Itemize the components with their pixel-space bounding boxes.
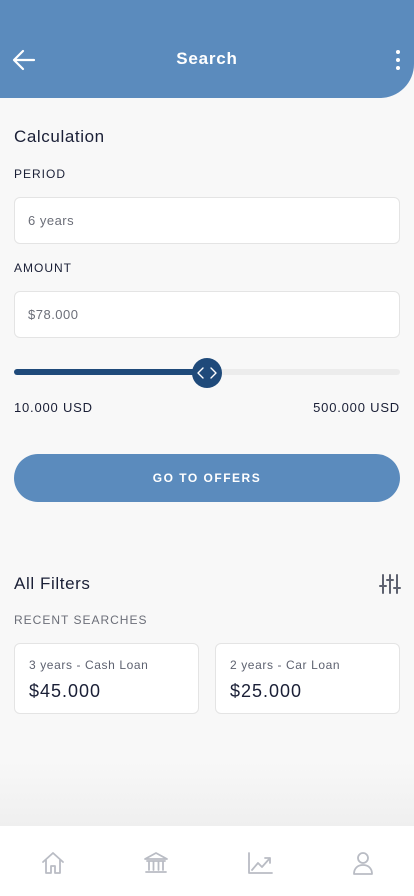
chevrons-left-right-icon (197, 367, 217, 379)
more-options-button[interactable] (390, 46, 406, 74)
tab-profile[interactable] (348, 848, 378, 878)
recent-search-subtitle: 3 years - Cash Loan (29, 658, 149, 672)
chart-line-icon (248, 852, 273, 874)
bottom-tab-bar (0, 826, 414, 896)
more-vertical-icon (396, 50, 400, 54)
period-label: PERIOD (14, 167, 67, 181)
app-header: Search (0, 0, 414, 98)
filters-button[interactable] (378, 572, 402, 596)
recent-search-subtitle: 2 years - Car Loan (230, 658, 341, 672)
bank-icon (144, 852, 168, 873)
tab-home[interactable] (38, 848, 68, 878)
recent-search-card[interactable]: 2 years - Car Loan $25.000 (215, 643, 400, 714)
tab-bank[interactable] (141, 848, 171, 878)
bottom-fade (0, 760, 414, 826)
amount-label: AMOUNT (14, 261, 72, 275)
slider-fill (14, 369, 207, 375)
amount-input[interactable] (14, 291, 400, 338)
amount-slider[interactable] (14, 358, 400, 388)
user-icon (353, 852, 373, 875)
home-icon (42, 852, 64, 874)
recent-searches-label: RECENT SEARCHES (14, 613, 148, 627)
calculation-title: Calculation (14, 127, 105, 146)
recent-search-value: $25.000 (230, 681, 303, 701)
recent-search-card[interactable]: 3 years - Cash Loan $45.000 (14, 643, 199, 714)
tab-analytics[interactable] (245, 848, 275, 878)
sliders-icon (379, 574, 401, 594)
slider-max-label: 500.000 USD (313, 400, 400, 415)
slider-thumb[interactable] (192, 358, 222, 388)
all-filters-title: All Filters (14, 574, 91, 593)
recent-search-value: $45.000 (29, 681, 102, 701)
go-to-offers-button[interactable]: GO TO OFFERS (14, 454, 400, 502)
period-input[interactable] (14, 197, 400, 244)
page-title: Search (176, 49, 238, 68)
slider-min-label: 10.000 USD (14, 400, 93, 415)
